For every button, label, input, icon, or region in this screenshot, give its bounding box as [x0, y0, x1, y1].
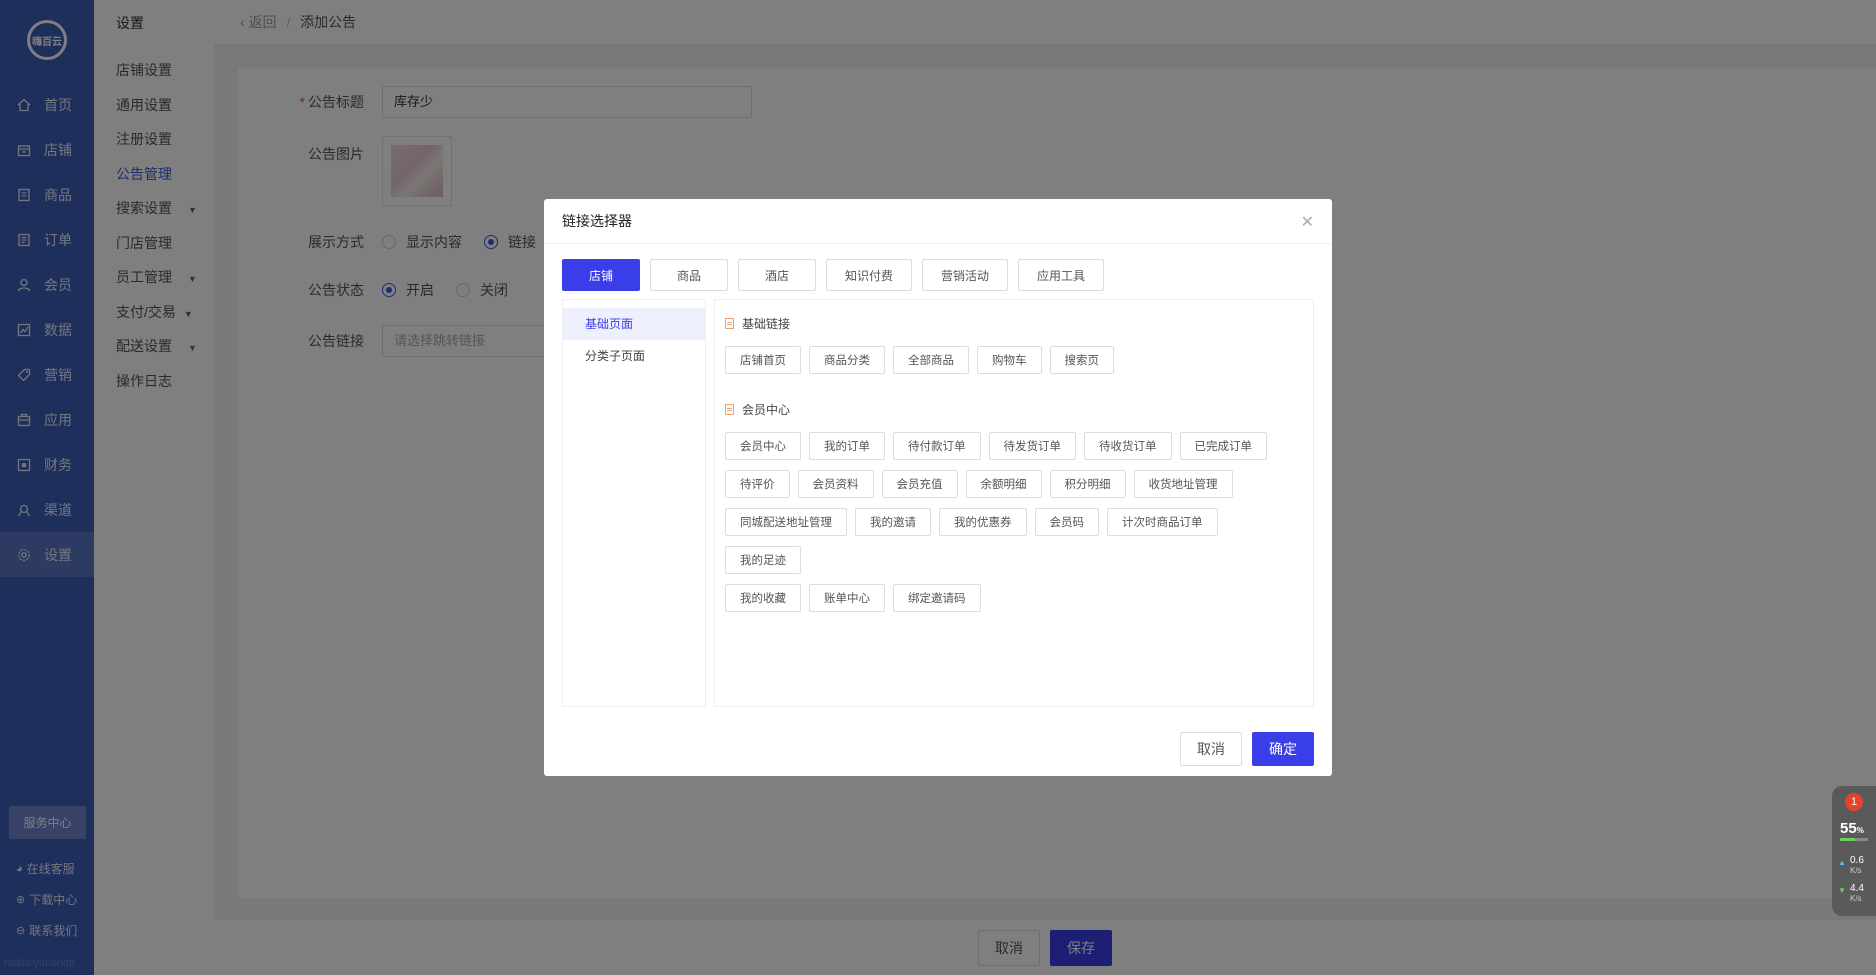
section-member-center: 会员中心	[725, 398, 1303, 420]
link-chip[interactable]: 待付款订单	[893, 432, 981, 460]
link-chip[interactable]: 会员中心	[725, 432, 801, 460]
tab-shop[interactable]: 店铺	[562, 259, 640, 291]
link-picker-dialog: 链接选择器 ✕ 店铺 商品 酒店 知识付费 营销活动 应用工具 基础页面 分类子…	[544, 199, 1332, 776]
link-chip[interactable]: 搜索页	[1049, 346, 1114, 374]
link-chip[interactable]: 会员码	[1034, 508, 1099, 536]
notification-badge: 1	[1845, 793, 1863, 811]
dialog-cancel-button[interactable]: 取消	[1180, 732, 1242, 766]
link-chip[interactable]: 待发货订单	[988, 432, 1076, 460]
speed-unit: K/s	[1850, 894, 1862, 903]
document-icon	[725, 317, 734, 329]
link-chip[interactable]: 已完成订单	[1179, 432, 1267, 460]
cpu-unit: %	[1856, 826, 1864, 835]
cpu-bar	[1840, 838, 1868, 841]
page-category-list: 基础页面 分类子页面	[562, 299, 706, 707]
link-chip[interactable]: 全部商品	[893, 346, 969, 374]
network-monitor-widget[interactable]: 1 55% ▲ 0.6 K/s ▼ 4.4 K/s	[1832, 786, 1876, 916]
tab-knowledge[interactable]: 知识付费	[826, 259, 913, 291]
section-title: 会员中心	[742, 402, 791, 417]
download-speed: 4.4 K/s	[1850, 884, 1864, 904]
link-chip[interactable]: 我的优惠券	[939, 508, 1027, 536]
link-chip[interactable]: 计次时商品订单	[1107, 508, 1218, 536]
dialog-header: 链接选择器 ✕	[544, 199, 1332, 244]
link-chip[interactable]: 我的收藏	[725, 584, 801, 612]
link-chip[interactable]: 账单中心	[809, 584, 885, 612]
download-arrow-icon: ▼	[1838, 886, 1846, 895]
category-sub-pages[interactable]: 分类子页面	[563, 340, 705, 372]
link-chip[interactable]: 店铺首页	[725, 346, 801, 374]
upload-value: 0.6	[1850, 855, 1864, 866]
download-value: 4.4	[1850, 883, 1864, 894]
tab-hotel[interactable]: 酒店	[738, 259, 816, 291]
link-chip[interactable]: 商品分类	[809, 346, 885, 374]
cpu-bar-fill	[1840, 838, 1856, 841]
upload-arrow-icon: ▲	[1838, 858, 1846, 867]
link-chip[interactable]: 待收货订单	[1084, 432, 1172, 460]
document-icon	[725, 403, 734, 415]
link-chip[interactable]: 绑定邀请码	[893, 584, 981, 612]
dialog-title: 链接选择器	[562, 213, 632, 229]
speed-unit: K/s	[1850, 866, 1862, 875]
link-chip[interactable]: 我的足迹	[725, 546, 801, 574]
link-chip[interactable]: 会员资料	[797, 470, 874, 498]
link-chip[interactable]: 同城配送地址管理	[725, 508, 847, 536]
link-chip[interactable]: 我的邀请	[855, 508, 931, 536]
section-basic-links: 基础链接	[725, 312, 1303, 334]
link-chip[interactable]: 收货地址管理	[1133, 470, 1233, 498]
close-icon[interactable]: ✕	[1301, 212, 1314, 232]
section-title: 基础链接	[742, 316, 791, 331]
link-chip[interactable]: 待评价	[725, 470, 790, 498]
link-chip[interactable]: 积分明细	[1049, 470, 1126, 498]
link-type-tabs: 店铺 商品 酒店 知识付费 营销活动 应用工具	[562, 259, 1114, 291]
link-options-panel: 基础链接 店铺首页 商品分类 全部商品 购物车 搜索页 会员中心 会员中心 我的…	[714, 299, 1314, 707]
tab-marketing[interactable]: 营销活动	[922, 259, 1009, 291]
tab-goods[interactable]: 商品	[650, 259, 728, 291]
link-chip[interactable]: 购物车	[977, 346, 1042, 374]
cpu-value: 55	[1840, 820, 1857, 837]
link-chip[interactable]: 余额明细	[965, 470, 1042, 498]
upload-speed: 0.6 K/s	[1850, 856, 1864, 876]
category-basic-pages[interactable]: 基础页面	[563, 308, 705, 340]
dialog-confirm-button[interactable]: 确定	[1252, 732, 1314, 766]
link-chip[interactable]: 我的订单	[809, 432, 885, 460]
tab-tools[interactable]: 应用工具	[1018, 259, 1105, 291]
member-link-chips: 会员中心 我的订单 待付款订单 待发货订单 待收货订单 已完成订单 待评价 会员…	[725, 432, 1303, 622]
link-chip[interactable]: 会员充值	[881, 470, 958, 498]
basic-link-chips: 店铺首页 商品分类 全部商品 购物车 搜索页	[725, 346, 1303, 384]
cpu-usage: 55%	[1840, 820, 1864, 837]
dialog-footer: 取消 确定	[1170, 732, 1314, 766]
